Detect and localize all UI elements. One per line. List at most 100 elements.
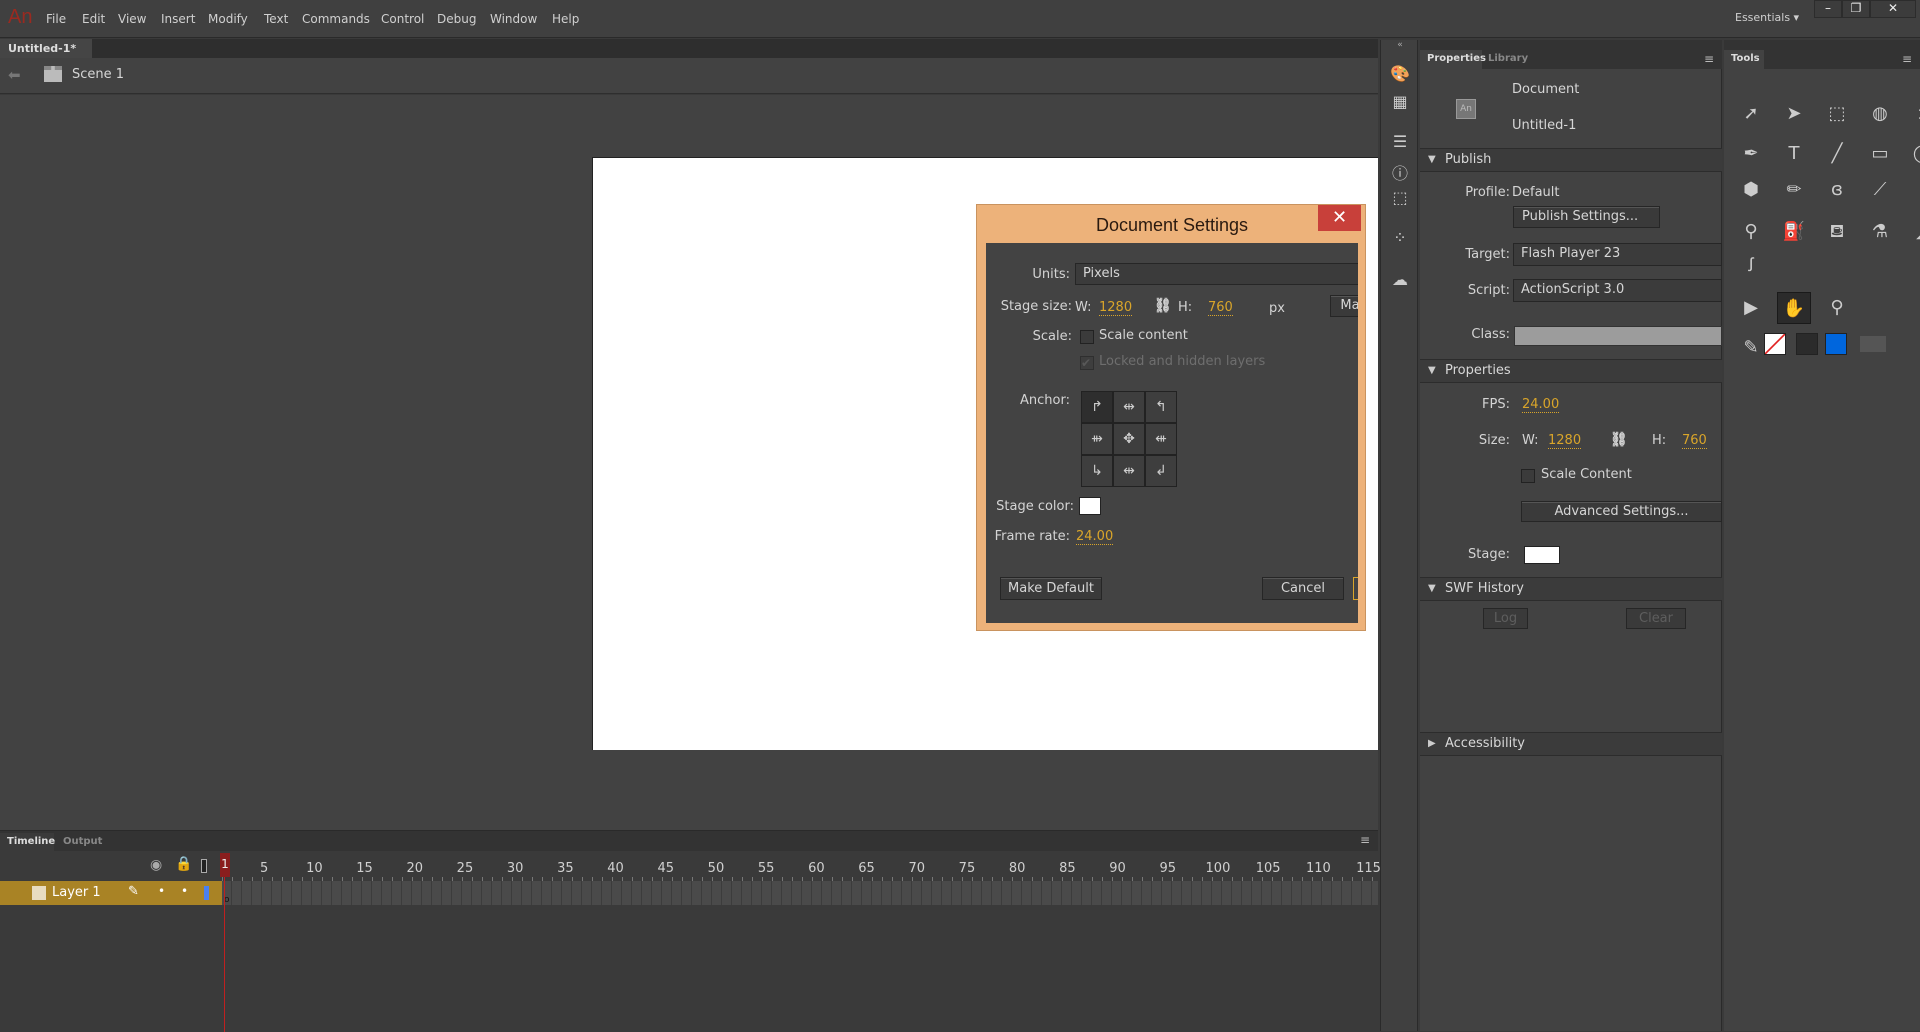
- scale-content-checkbox[interactable]: [1521, 469, 1535, 483]
- back-arrow-icon[interactable]: ⬅: [8, 66, 21, 84]
- tools-menu-icon[interactable]: ≡: [1902, 52, 1912, 66]
- free-transform-tool-icon[interactable]: ⬚: [1820, 98, 1854, 130]
- fill-bucket-icon[interactable]: [1796, 333, 1818, 355]
- 3d-rotation-tool-icon[interactable]: ◍: [1863, 98, 1897, 130]
- hand-tool-icon[interactable]: ✋: [1777, 292, 1811, 324]
- width-tool-icon[interactable]: ꭍ: [1734, 250, 1768, 282]
- swap-colors-icon[interactable]: [1860, 336, 1886, 352]
- rectangle-tool-icon[interactable]: ▭: [1863, 138, 1897, 170]
- link-icon[interactable]: ⛓: [1610, 432, 1628, 448]
- stage-color-swatch[interactable]: [1524, 546, 1560, 564]
- height-input[interactable]: 760: [1208, 300, 1233, 316]
- publish-settings-button[interactable]: Publish Settings...: [1513, 206, 1660, 228]
- anchor-cell-1[interactable]: ⇹: [1113, 391, 1145, 423]
- tab-library[interactable]: Library: [1488, 53, 1528, 64]
- match-contents-button[interactable]: Ma: [1330, 295, 1358, 317]
- text-tool-icon[interactable]: T: [1777, 138, 1811, 170]
- bone-tool-icon[interactable]: ⚲: [1734, 216, 1768, 248]
- paint-bucket-tool-icon[interactable]: ⛽: [1777, 216, 1811, 248]
- menu-text[interactable]: Text: [264, 12, 288, 26]
- align-icon[interactable]: ☰: [1381, 132, 1419, 151]
- anchor-cell-8[interactable]: ↲: [1145, 455, 1177, 487]
- script-select[interactable]: ActionScript 3.0: [1513, 279, 1722, 302]
- link-icon[interactable]: ⛓: [1154, 298, 1172, 314]
- playhead[interactable]: 1: [220, 853, 230, 1032]
- height-input[interactable]: 760: [1682, 433, 1707, 449]
- frames-track[interactable]: [222, 881, 1378, 905]
- menu-help[interactable]: Help: [552, 12, 579, 26]
- menu-insert[interactable]: Insert: [161, 12, 195, 26]
- menu-commands[interactable]: Commands: [302, 12, 370, 26]
- paint-brush-tool-icon[interactable]: ɞ: [1820, 174, 1854, 206]
- fill-color-swatch[interactable]: [1825, 333, 1847, 355]
- scale-content-checkbox[interactable]: [1080, 330, 1094, 344]
- layer-row[interactable]: Layer 1 ✎ • •: [0, 881, 222, 905]
- layer-outline-color[interactable]: [204, 886, 209, 900]
- color-palette-icon[interactable]: 🎨: [1381, 64, 1419, 83]
- menu-edit[interactable]: Edit: [82, 12, 105, 26]
- minimize-button[interactable]: –: [1814, 0, 1842, 18]
- make-default-button[interactable]: Make Default: [1000, 577, 1102, 600]
- anchor-cell-7[interactable]: ⇹: [1113, 455, 1145, 487]
- zoom-tool-icon[interactable]: ⚲: [1820, 292, 1854, 324]
- menu-modify[interactable]: Modify: [208, 12, 248, 26]
- properties-section-header[interactable]: ▼ Properties: [1420, 359, 1722, 383]
- tab-properties[interactable]: Properties: [1420, 50, 1486, 69]
- collapse-panels-icon[interactable]: «: [1381, 40, 1419, 50]
- brush-tool-icon[interactable]: ⟋: [1863, 174, 1897, 206]
- lasso-tool-icon[interactable]: ↄ: [1906, 98, 1920, 130]
- anchor-cell-4[interactable]: ✥: [1113, 423, 1145, 455]
- oval-tool-icon[interactable]: ◯: [1906, 138, 1920, 170]
- anchor-cell-5[interactable]: ⇺: [1145, 423, 1177, 455]
- dialog-close-button[interactable]: ✕: [1318, 205, 1361, 231]
- frame-rate-input[interactable]: 24.00: [1076, 529, 1114, 545]
- tab-tools[interactable]: Tools: [1724, 50, 1764, 69]
- scene-label[interactable]: Scene 1: [72, 67, 124, 82]
- close-window-button[interactable]: ✕: [1870, 0, 1916, 18]
- document-tab[interactable]: Untitled-1* ×: [0, 39, 92, 68]
- lock-icon[interactable]: 🔒: [175, 856, 192, 872]
- swatches-grid-icon[interactable]: ▦: [1381, 92, 1419, 111]
- menu-debug[interactable]: Debug: [437, 12, 476, 26]
- eraser-tool-icon[interactable]: ◢: [1906, 216, 1920, 248]
- cancel-button[interactable]: Cancel: [1262, 577, 1344, 600]
- restore-button[interactable]: ❐: [1842, 0, 1870, 18]
- current-frame-number[interactable]: 1: [220, 853, 230, 877]
- stroke-color-tool-icon[interactable]: ✎: [1734, 332, 1768, 364]
- anchor-cell-3[interactable]: ⇻: [1081, 423, 1113, 455]
- subselection-tool-icon[interactable]: ➤: [1777, 98, 1811, 130]
- creative-cloud-icon[interactable]: ☁: [1381, 270, 1419, 289]
- layer-name[interactable]: Layer 1: [52, 885, 101, 900]
- menu-window[interactable]: Window: [490, 12, 537, 26]
- ink-bottle-tool-icon[interactable]: ⛾: [1820, 216, 1854, 248]
- menu-file[interactable]: File: [46, 12, 66, 26]
- swf-history-section-header[interactable]: ▼ SWF History: [1420, 577, 1722, 601]
- anchor-cell-0[interactable]: ↱: [1081, 391, 1113, 423]
- eyedropper-tool-icon[interactable]: ⚗: [1863, 216, 1897, 248]
- fps-input[interactable]: 24.00: [1522, 397, 1560, 413]
- advanced-settings-button[interactable]: Advanced Settings...: [1521, 501, 1722, 522]
- ok-button[interactable]: [1353, 577, 1358, 600]
- width-input[interactable]: 1280: [1099, 300, 1133, 316]
- show-hide-eye-icon[interactable]: ◉: [150, 857, 162, 873]
- outline-icon[interactable]: [201, 859, 207, 873]
- stroke-color-swatch[interactable]: [1764, 333, 1786, 355]
- timeline-menu-icon[interactable]: ≡: [1360, 833, 1370, 847]
- width-input[interactable]: 1280: [1548, 433, 1582, 449]
- panel-menu-icon[interactable]: ≡: [1704, 52, 1714, 66]
- pen-tool-icon[interactable]: ✒: [1734, 138, 1768, 170]
- line-tool-icon[interactable]: ╱: [1820, 138, 1854, 170]
- accessibility-section-header[interactable]: ▶ Accessibility: [1420, 732, 1722, 756]
- publish-section-header[interactable]: ▼ Publish: [1420, 148, 1722, 172]
- motion-presets-icon[interactable]: ⁘: [1381, 228, 1419, 247]
- target-select[interactable]: Flash Player 23: [1513, 243, 1722, 266]
- anchor-cell-2[interactable]: ↰: [1145, 391, 1177, 423]
- tab-timeline[interactable]: Timeline: [0, 833, 55, 851]
- transform-icon[interactable]: ⬚: [1381, 188, 1419, 207]
- unlocked-dot[interactable]: •: [181, 884, 188, 898]
- stage-color-swatch[interactable]: [1079, 497, 1101, 515]
- menu-view[interactable]: View: [118, 12, 146, 26]
- visible-dot[interactable]: •: [158, 884, 165, 898]
- pencil-tool-icon[interactable]: ✏: [1777, 174, 1811, 206]
- selection-tool-icon[interactable]: ➚: [1734, 98, 1768, 130]
